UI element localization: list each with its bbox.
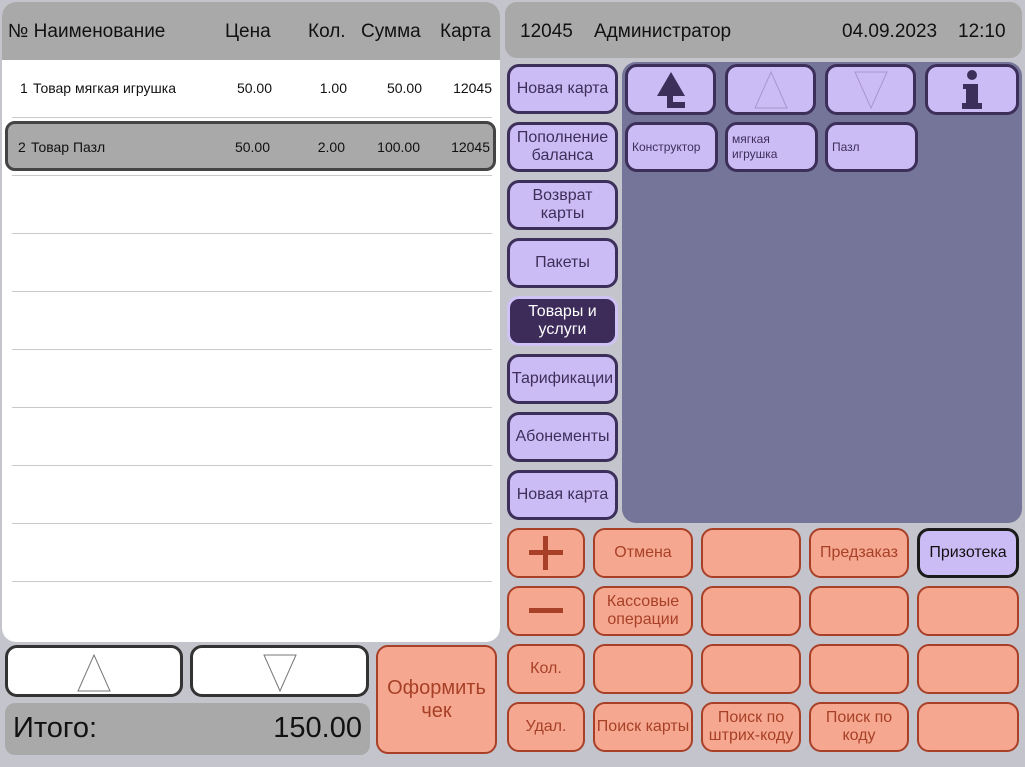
row-sum: 100.00 — [377, 139, 420, 155]
empty-button[interactable] — [701, 586, 801, 636]
date: 04.09.2023 — [842, 21, 938, 42]
arrow-down-icon — [853, 71, 888, 109]
empty-button[interactable] — [917, 702, 1019, 752]
table-row-empty[interactable] — [12, 176, 492, 234]
card-number: 12045 — [520, 21, 573, 42]
row-price: 50.00 — [234, 139, 270, 155]
column-number-name: № Наименование — [8, 21, 166, 42]
category-goods-services[interactable]: Товары и услуги — [507, 296, 618, 346]
empty-button[interactable] — [917, 644, 1019, 694]
empty-button[interactable] — [701, 528, 801, 578]
plus-button[interactable] — [507, 528, 585, 578]
tree-up-icon — [656, 71, 685, 108]
empty-button[interactable] — [701, 644, 801, 694]
table-row[interactable]: 1 Товар мягкая игрушка 50.00 1.00 50.00 … — [12, 60, 492, 118]
preorder-button[interactable]: Предзаказ — [809, 528, 909, 578]
category-new-card-2[interactable]: Новая карта — [507, 470, 618, 520]
total-value: 150.00 — [273, 712, 362, 744]
total-bar: Итого: 150.00 — [5, 703, 370, 755]
info-icon — [962, 69, 982, 109]
receipt-table: № Наименование Цена Кол. Сумма Карта 1 Т… — [2, 2, 500, 642]
row-number: 2 — [18, 139, 26, 155]
table-row-wrapper: 2 Товар Пазл 50.00 2.00 100.00 12045 — [5, 118, 496, 176]
goods-item-soft-toy[interactable]: мягкая игрушка — [725, 122, 818, 172]
row-number: 1 — [20, 80, 28, 96]
user-name: Администратор — [594, 21, 732, 42]
arrow-down-icon — [262, 654, 297, 693]
cash-operations-button[interactable]: Кассовые операции — [593, 586, 693, 636]
top-header: 12045 Администратор 04.09.2023 12:10 — [505, 2, 1022, 58]
column-price: Цена — [225, 21, 271, 42]
quantity-button[interactable]: Кол. — [507, 644, 585, 694]
folder-up-button[interactable] — [625, 64, 716, 115]
table-row-empty[interactable] — [12, 524, 492, 582]
empty-button[interactable] — [809, 644, 909, 694]
checkout-button[interactable]: Оформить чек — [376, 645, 497, 754]
arrow-up-icon — [77, 653, 111, 692]
scroll-up-button[interactable] — [5, 645, 183, 697]
category-subscriptions[interactable]: Абонементы — [507, 412, 618, 462]
goods-item-constructor[interactable]: Конструктор — [625, 122, 718, 172]
info-button[interactable] — [925, 64, 1019, 115]
row-card: 12045 — [453, 80, 492, 96]
search-barcode-button[interactable]: Поиск по штрих-коду — [701, 702, 801, 752]
column-sum: Сумма — [361, 21, 421, 42]
receipt-header: № Наименование Цена Кол. Сумма Карта — [2, 2, 500, 60]
goods-scroll-up-button[interactable] — [725, 64, 816, 115]
total-label: Итого: — [13, 712, 98, 744]
time: 12:10 — [958, 21, 1006, 42]
goods-scroll-down-button[interactable] — [825, 64, 916, 115]
category-top-up-balance[interactable]: Пополнение баланса — [507, 122, 618, 172]
category-card-return[interactable]: Возврат карты — [507, 180, 618, 230]
row-qty: 1.00 — [319, 80, 347, 96]
table-row-selected[interactable]: 2 Товар Пазл 50.00 2.00 100.00 12045 — [5, 121, 496, 171]
row-name: Товар мягкая игрушка — [33, 80, 176, 96]
empty-button[interactable] — [917, 586, 1019, 636]
cancel-button[interactable]: Отмена — [593, 528, 693, 578]
row-name: Товар Пазл — [31, 139, 106, 155]
column-card: Карта — [440, 21, 491, 42]
search-card-button[interactable]: Поиск карты — [593, 702, 693, 752]
column-qty: Кол. — [308, 21, 346, 42]
table-row-empty[interactable] — [12, 408, 492, 466]
category-packages[interactable]: Пакеты — [507, 238, 618, 288]
table-row-empty[interactable] — [12, 292, 492, 350]
row-price: 50.00 — [236, 80, 272, 96]
empty-button[interactable] — [809, 586, 909, 636]
scroll-down-button[interactable] — [190, 645, 369, 697]
minus-icon — [529, 608, 563, 613]
prize-library-button[interactable]: Призотека — [917, 528, 1019, 578]
goods-item-puzzle[interactable]: Пазл — [825, 122, 918, 172]
row-sum: 50.00 — [386, 80, 422, 96]
delete-button[interactable]: Удал. — [507, 702, 585, 752]
empty-button[interactable] — [593, 644, 693, 694]
row-qty: 2.00 — [317, 139, 345, 155]
minus-button[interactable] — [507, 586, 585, 636]
table-row-empty[interactable] — [12, 234, 492, 292]
category-tariffs[interactable]: Тарификации — [507, 354, 618, 404]
category-new-card[interactable]: Новая карта — [507, 64, 618, 114]
row-card: 12045 — [451, 139, 490, 155]
table-row-empty[interactable] — [12, 350, 492, 408]
search-code-button[interactable]: Поиск по коду — [809, 702, 909, 752]
arrow-up-icon — [753, 70, 788, 108]
table-row-empty[interactable] — [12, 466, 492, 524]
plus-icon — [529, 536, 563, 570]
